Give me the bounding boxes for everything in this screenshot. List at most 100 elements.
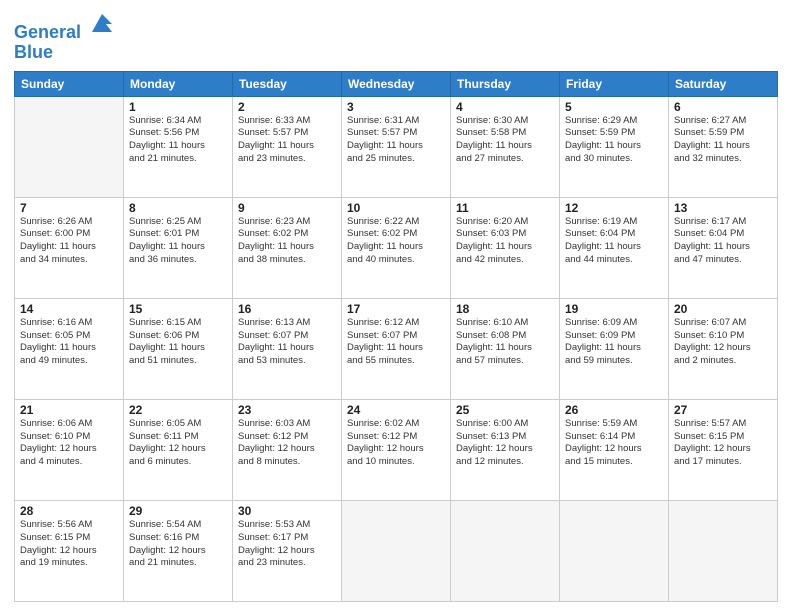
cell-info: Sunrise: 6:25 AM Sunset: 6:01 PM Dayligh… <box>129 216 227 267</box>
calendar-cell: 12Sunrise: 6:19 AM Sunset: 6:04 PM Dayli… <box>560 197 669 298</box>
cell-info: Sunrise: 6:13 AM Sunset: 6:07 PM Dayligh… <box>238 317 336 368</box>
day-number: 28 <box>20 504 118 518</box>
col-header-monday: Monday <box>124 71 233 96</box>
calendar-cell: 16Sunrise: 6:13 AM Sunset: 6:07 PM Dayli… <box>233 298 342 399</box>
cell-info: Sunrise: 5:57 AM Sunset: 6:15 PM Dayligh… <box>674 418 772 469</box>
cell-info: Sunrise: 6:20 AM Sunset: 6:03 PM Dayligh… <box>456 216 554 267</box>
day-number: 29 <box>129 504 227 518</box>
cell-info: Sunrise: 5:53 AM Sunset: 6:17 PM Dayligh… <box>238 519 336 570</box>
calendar-cell: 26Sunrise: 5:59 AM Sunset: 6:14 PM Dayli… <box>560 399 669 500</box>
cell-info: Sunrise: 6:07 AM Sunset: 6:10 PM Dayligh… <box>674 317 772 368</box>
calendar-cell: 13Sunrise: 6:17 AM Sunset: 6:04 PM Dayli… <box>669 197 778 298</box>
day-number: 21 <box>20 403 118 417</box>
day-number: 7 <box>20 201 118 215</box>
cell-info: Sunrise: 6:31 AM Sunset: 5:57 PM Dayligh… <box>347 115 445 166</box>
cell-info: Sunrise: 6:29 AM Sunset: 5:59 PM Dayligh… <box>565 115 663 166</box>
calendar-table: SundayMondayTuesdayWednesdayThursdayFrid… <box>14 71 778 602</box>
cell-info: Sunrise: 6:23 AM Sunset: 6:02 PM Dayligh… <box>238 216 336 267</box>
calendar-cell: 15Sunrise: 6:15 AM Sunset: 6:06 PM Dayli… <box>124 298 233 399</box>
cell-info: Sunrise: 6:16 AM Sunset: 6:05 PM Dayligh… <box>20 317 118 368</box>
day-number: 16 <box>238 302 336 316</box>
calendar-cell: 10Sunrise: 6:22 AM Sunset: 6:02 PM Dayli… <box>342 197 451 298</box>
calendar-cell: 23Sunrise: 6:03 AM Sunset: 6:12 PM Dayli… <box>233 399 342 500</box>
cell-info: Sunrise: 5:56 AM Sunset: 6:15 PM Dayligh… <box>20 519 118 570</box>
day-number: 18 <box>456 302 554 316</box>
page: General Blue SundayMondayTuesdayWednesda… <box>0 0 792 612</box>
cell-info: Sunrise: 6:33 AM Sunset: 5:57 PM Dayligh… <box>238 115 336 166</box>
calendar-cell: 2Sunrise: 6:33 AM Sunset: 5:57 PM Daylig… <box>233 96 342 197</box>
col-header-wednesday: Wednesday <box>342 71 451 96</box>
day-number: 11 <box>456 201 554 215</box>
col-header-sunday: Sunday <box>15 71 124 96</box>
day-number: 19 <box>565 302 663 316</box>
calendar-cell: 22Sunrise: 6:05 AM Sunset: 6:11 PM Dayli… <box>124 399 233 500</box>
calendar-cell: 3Sunrise: 6:31 AM Sunset: 5:57 PM Daylig… <box>342 96 451 197</box>
calendar-cell: 18Sunrise: 6:10 AM Sunset: 6:08 PM Dayli… <box>451 298 560 399</box>
calendar-cell <box>560 500 669 601</box>
calendar-cell: 5Sunrise: 6:29 AM Sunset: 5:59 PM Daylig… <box>560 96 669 197</box>
cell-info: Sunrise: 6:00 AM Sunset: 6:13 PM Dayligh… <box>456 418 554 469</box>
calendar-cell <box>15 96 124 197</box>
calendar-cell: 4Sunrise: 6:30 AM Sunset: 5:58 PM Daylig… <box>451 96 560 197</box>
cell-info: Sunrise: 5:59 AM Sunset: 6:14 PM Dayligh… <box>565 418 663 469</box>
calendar-cell <box>451 500 560 601</box>
calendar-cell: 6Sunrise: 6:27 AM Sunset: 5:59 PM Daylig… <box>669 96 778 197</box>
cell-info: Sunrise: 6:30 AM Sunset: 5:58 PM Dayligh… <box>456 115 554 166</box>
day-number: 17 <box>347 302 445 316</box>
day-number: 2 <box>238 100 336 114</box>
calendar-body: 1Sunrise: 6:34 AM Sunset: 5:56 PM Daylig… <box>15 96 778 601</box>
calendar-cell: 30Sunrise: 5:53 AM Sunset: 6:17 PM Dayli… <box>233 500 342 601</box>
calendar-cell: 7Sunrise: 6:26 AM Sunset: 6:00 PM Daylig… <box>15 197 124 298</box>
col-header-thursday: Thursday <box>451 71 560 96</box>
calendar-cell: 28Sunrise: 5:56 AM Sunset: 6:15 PM Dayli… <box>15 500 124 601</box>
calendar-cell: 29Sunrise: 5:54 AM Sunset: 6:16 PM Dayli… <box>124 500 233 601</box>
day-number: 3 <box>347 100 445 114</box>
cell-info: Sunrise: 6:17 AM Sunset: 6:04 PM Dayligh… <box>674 216 772 267</box>
logo-blue: Blue <box>14 43 116 63</box>
cell-info: Sunrise: 6:22 AM Sunset: 6:02 PM Dayligh… <box>347 216 445 267</box>
logo-text: General <box>14 14 116 43</box>
cell-info: Sunrise: 6:27 AM Sunset: 5:59 PM Dayligh… <box>674 115 772 166</box>
day-number: 22 <box>129 403 227 417</box>
cell-info: Sunrise: 6:15 AM Sunset: 6:06 PM Dayligh… <box>129 317 227 368</box>
week-row-3: 21Sunrise: 6:06 AM Sunset: 6:10 PM Dayli… <box>15 399 778 500</box>
calendar-cell: 24Sunrise: 6:02 AM Sunset: 6:12 PM Dayli… <box>342 399 451 500</box>
calendar-cell: 1Sunrise: 6:34 AM Sunset: 5:56 PM Daylig… <box>124 96 233 197</box>
day-number: 15 <box>129 302 227 316</box>
calendar-cell: 14Sunrise: 6:16 AM Sunset: 6:05 PM Dayli… <box>15 298 124 399</box>
cell-info: Sunrise: 6:03 AM Sunset: 6:12 PM Dayligh… <box>238 418 336 469</box>
calendar-cell <box>342 500 451 601</box>
cell-info: Sunrise: 6:12 AM Sunset: 6:07 PM Dayligh… <box>347 317 445 368</box>
cell-info: Sunrise: 6:19 AM Sunset: 6:04 PM Dayligh… <box>565 216 663 267</box>
logo-icon <box>88 10 116 38</box>
cell-info: Sunrise: 6:09 AM Sunset: 6:09 PM Dayligh… <box>565 317 663 368</box>
day-number: 10 <box>347 201 445 215</box>
calendar-cell: 11Sunrise: 6:20 AM Sunset: 6:03 PM Dayli… <box>451 197 560 298</box>
col-header-tuesday: Tuesday <box>233 71 342 96</box>
header: General Blue <box>14 10 778 63</box>
day-number: 23 <box>238 403 336 417</box>
calendar-cell: 19Sunrise: 6:09 AM Sunset: 6:09 PM Dayli… <box>560 298 669 399</box>
cell-info: Sunrise: 6:34 AM Sunset: 5:56 PM Dayligh… <box>129 115 227 166</box>
day-number: 5 <box>565 100 663 114</box>
cell-info: Sunrise: 6:10 AM Sunset: 6:08 PM Dayligh… <box>456 317 554 368</box>
day-number: 14 <box>20 302 118 316</box>
day-number: 8 <box>129 201 227 215</box>
calendar-cell: 8Sunrise: 6:25 AM Sunset: 6:01 PM Daylig… <box>124 197 233 298</box>
logo-general: General <box>14 22 81 42</box>
calendar-cell: 9Sunrise: 6:23 AM Sunset: 6:02 PM Daylig… <box>233 197 342 298</box>
header-row: SundayMondayTuesdayWednesdayThursdayFrid… <box>15 71 778 96</box>
cell-info: Sunrise: 5:54 AM Sunset: 6:16 PM Dayligh… <box>129 519 227 570</box>
day-number: 24 <box>347 403 445 417</box>
calendar-cell: 27Sunrise: 5:57 AM Sunset: 6:15 PM Dayli… <box>669 399 778 500</box>
calendar-cell: 20Sunrise: 6:07 AM Sunset: 6:10 PM Dayli… <box>669 298 778 399</box>
calendar-cell: 21Sunrise: 6:06 AM Sunset: 6:10 PM Dayli… <box>15 399 124 500</box>
day-number: 27 <box>674 403 772 417</box>
day-number: 1 <box>129 100 227 114</box>
day-number: 26 <box>565 403 663 417</box>
day-number: 25 <box>456 403 554 417</box>
col-header-friday: Friday <box>560 71 669 96</box>
week-row-0: 1Sunrise: 6:34 AM Sunset: 5:56 PM Daylig… <box>15 96 778 197</box>
day-number: 12 <box>565 201 663 215</box>
logo: General Blue <box>14 14 116 63</box>
